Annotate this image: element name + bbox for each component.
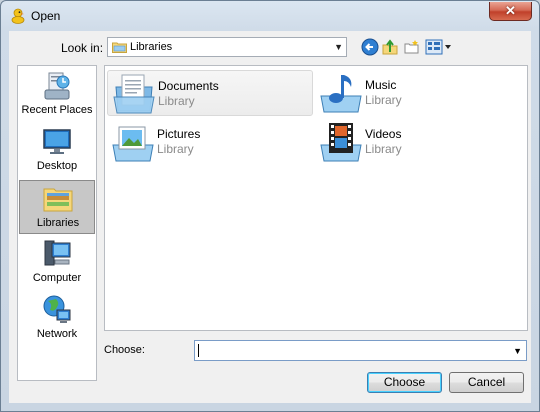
views-menu-icon[interactable] xyxy=(425,38,453,56)
videos-library-icon xyxy=(320,123,362,162)
file-list[interactable]: Documents Library Music Library Pictures… xyxy=(104,65,528,331)
recent-places-icon xyxy=(44,72,70,100)
look-in-label: Look in: xyxy=(61,41,104,55)
places-bar: Recent Places Desktop Libraries Computer… xyxy=(17,65,97,381)
open-dialog: Open ✕ Look in: Libraries ▼ Recent Place… xyxy=(0,0,540,412)
look-in-dropdown[interactable]: Libraries ▼ xyxy=(107,37,347,57)
documents-library-icon xyxy=(113,74,155,114)
back-arrow-icon[interactable] xyxy=(361,38,379,56)
dialog-body: Look in: Libraries ▼ Recent Places Deskt… xyxy=(9,31,531,403)
file-item-pictures[interactable]: Pictures Library xyxy=(107,119,313,165)
file-type: Library xyxy=(158,94,195,108)
place-recent-places[interactable]: Recent Places xyxy=(19,68,95,122)
desktop-icon xyxy=(43,129,71,154)
window-title: Open xyxy=(31,9,61,23)
libraries-folder-icon xyxy=(112,42,127,53)
title-bar[interactable]: Open ✕ xyxy=(1,1,539,31)
file-item-music[interactable]: Music Library xyxy=(315,70,521,116)
chevron-down-icon[interactable]: ▼ xyxy=(334,42,343,52)
place-label: Desktop xyxy=(36,160,78,172)
file-name: Music xyxy=(365,78,397,92)
up-folder-icon[interactable] xyxy=(381,38,399,56)
place-network[interactable]: Network xyxy=(19,292,95,346)
file-type: Library xyxy=(365,93,402,107)
file-type: Library xyxy=(157,142,194,156)
file-item-documents[interactable]: Documents Library xyxy=(107,70,313,116)
place-libraries[interactable]: Libraries xyxy=(19,180,95,234)
network-icon xyxy=(43,295,71,323)
place-label: Recent Places xyxy=(21,104,93,116)
libraries-icon xyxy=(43,188,73,212)
place-label: Computer xyxy=(32,272,82,284)
close-button[interactable]: ✕ xyxy=(489,2,532,21)
new-folder-icon[interactable] xyxy=(403,38,421,56)
choose-input[interactable]: ▼ xyxy=(194,340,527,361)
file-name: Videos xyxy=(365,127,402,141)
close-icon: ✕ xyxy=(505,3,516,18)
cancel-button[interactable]: Cancel xyxy=(449,372,524,393)
file-item-videos[interactable]: Videos Library xyxy=(315,119,521,165)
place-desktop[interactable]: Desktop xyxy=(19,124,95,178)
music-library-icon xyxy=(320,75,362,113)
place-label: Libraries xyxy=(36,217,80,229)
computer-icon xyxy=(44,240,71,266)
choose-label: Choose: xyxy=(104,344,145,356)
file-name: Pictures xyxy=(157,127,201,141)
look-in-value: Libraries xyxy=(130,41,173,53)
pictures-library-icon xyxy=(112,126,154,162)
place-label: Network xyxy=(36,328,78,340)
chevron-down-icon[interactable]: ▼ xyxy=(513,346,522,356)
app-duck-icon xyxy=(11,8,25,24)
place-computer[interactable]: Computer xyxy=(19,236,95,290)
choose-button[interactable]: Choose xyxy=(367,372,442,393)
file-name: Documents xyxy=(158,79,219,93)
text-caret xyxy=(198,344,199,357)
file-type: Library xyxy=(365,142,402,156)
